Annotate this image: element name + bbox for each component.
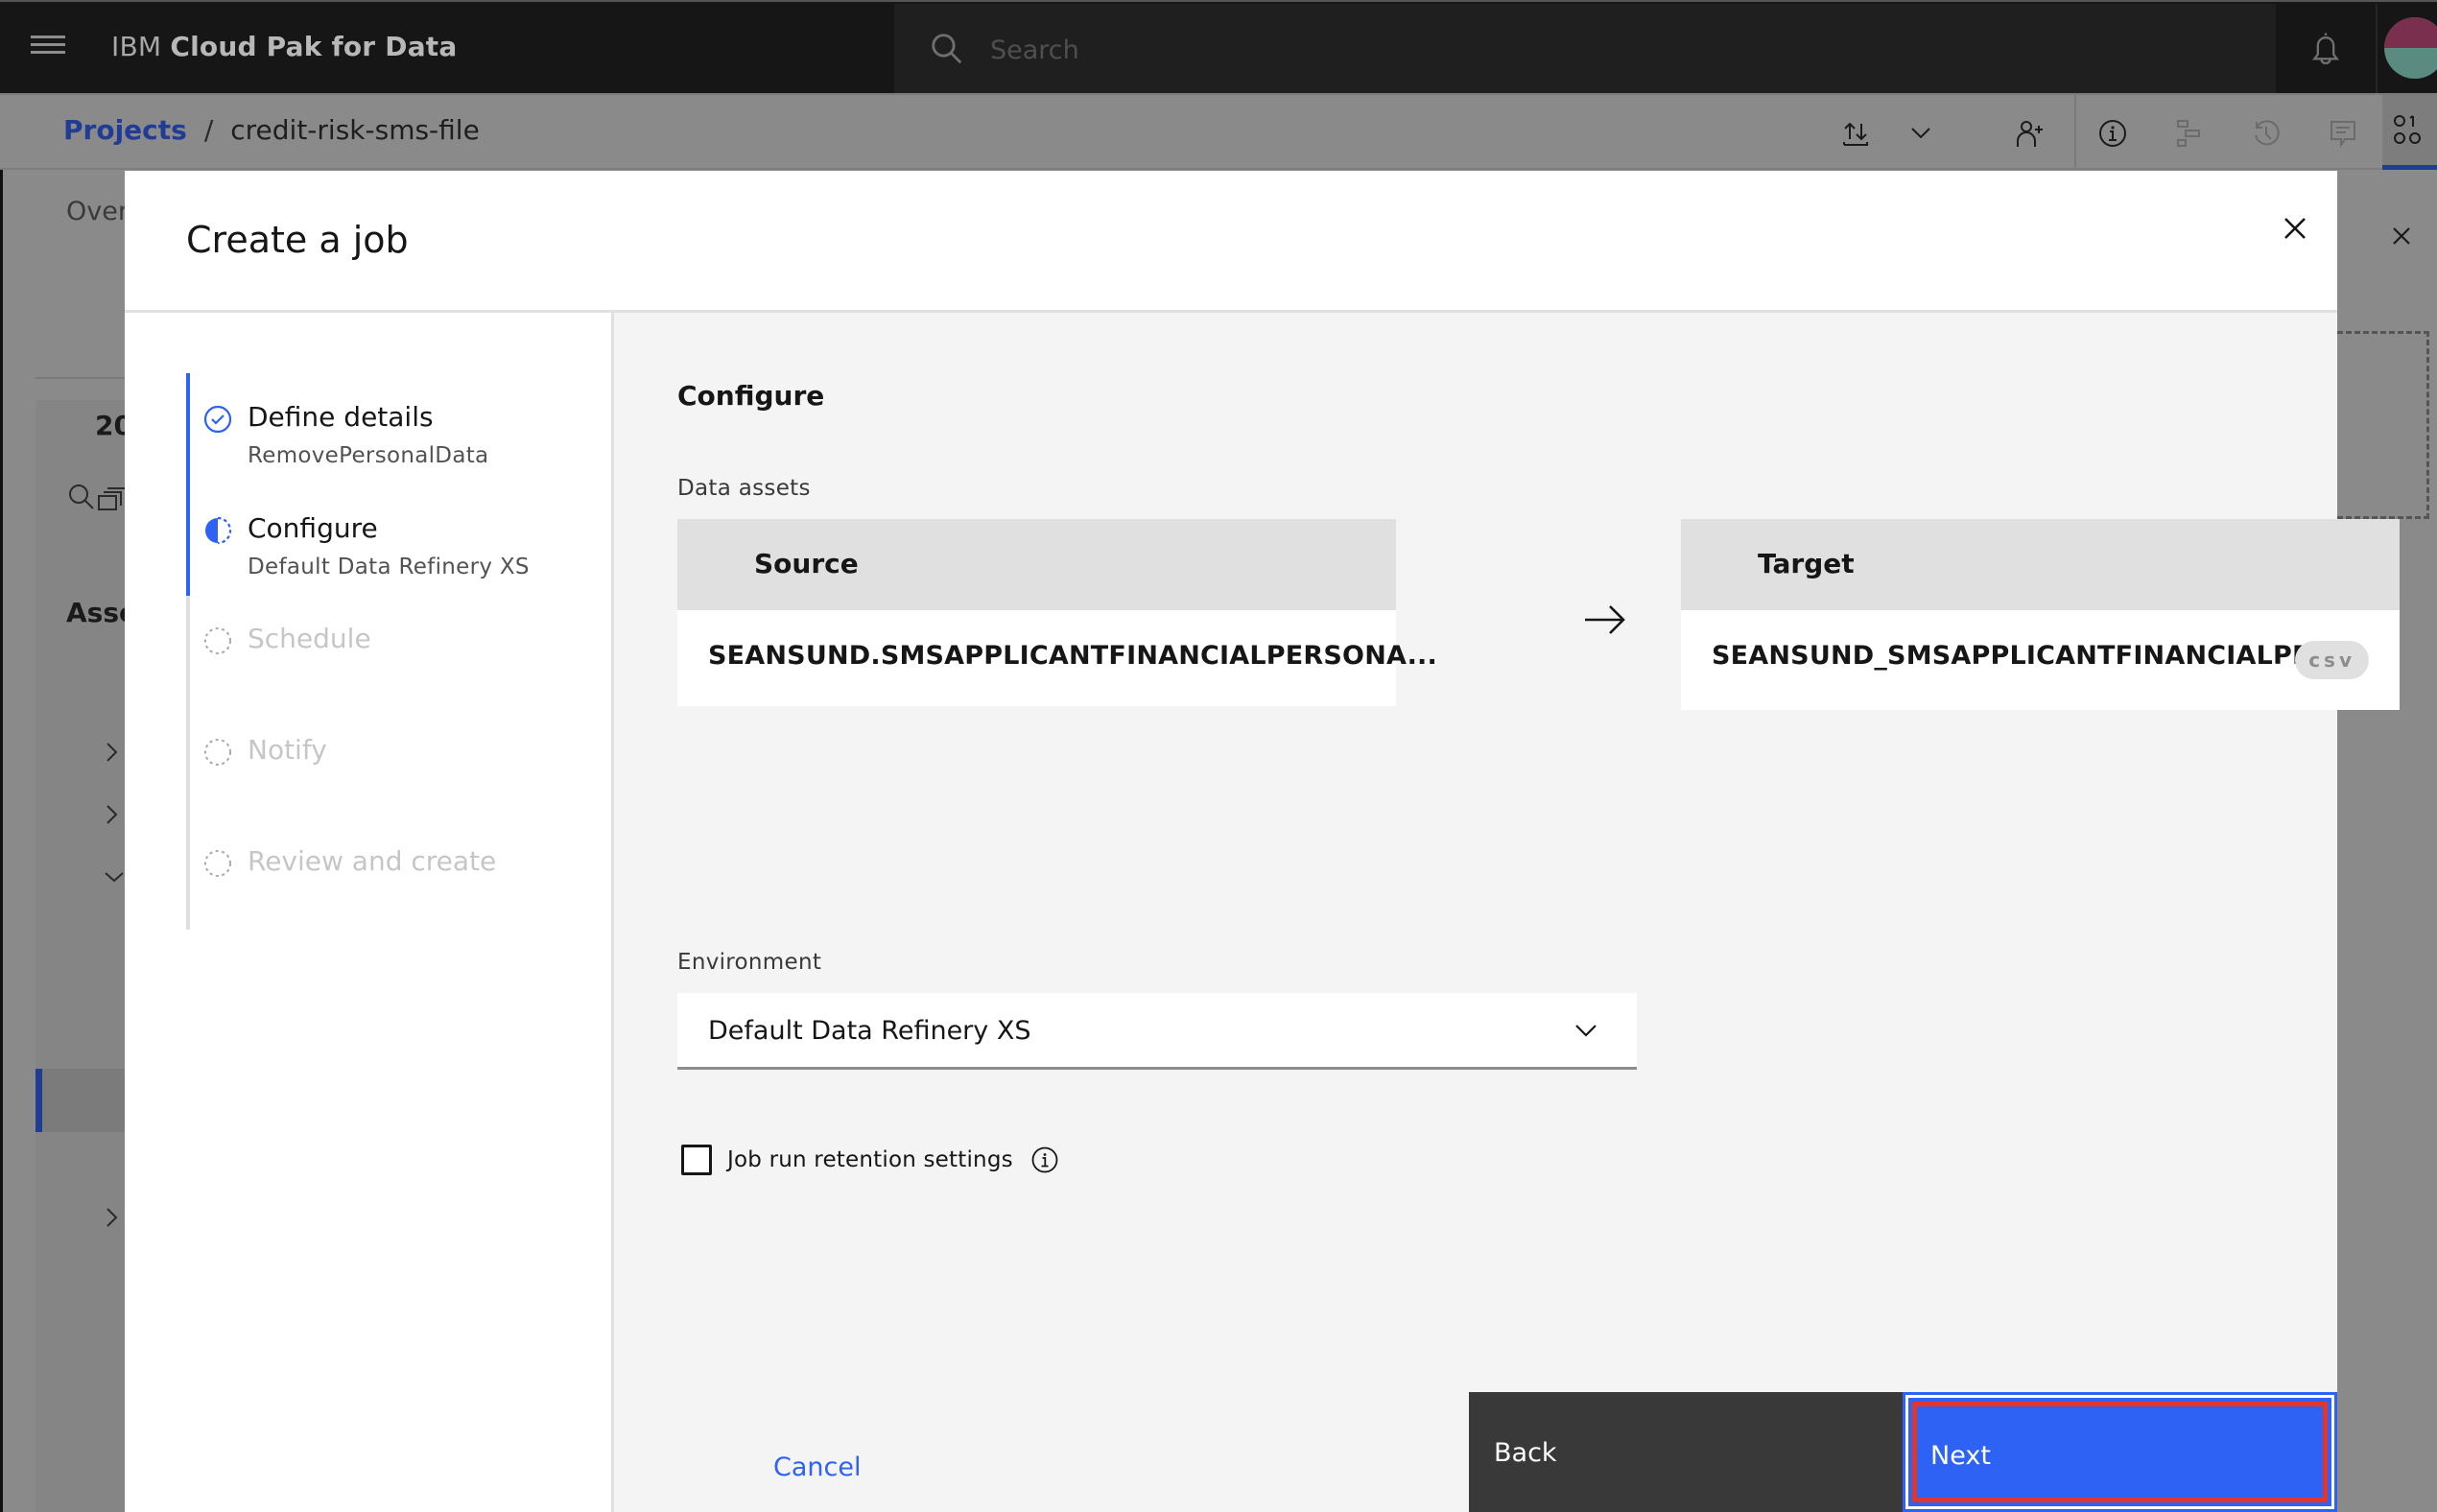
menu-line: [31, 35, 65, 38]
search-icon[interactable]: [66, 482, 97, 512]
section-heading: Configure: [677, 380, 825, 412]
lineage-button[interactable]: [2168, 112, 2211, 154]
information-icon[interactable]: [1030, 1146, 1059, 1174]
modal-header: Create a job: [125, 171, 2337, 313]
import-export-menu-button[interactable]: [1900, 112, 1942, 154]
chevron-right-icon[interactable]: [103, 1206, 122, 1229]
menu-line: [31, 43, 65, 46]
selected-asset-row[interactable]: [35, 1069, 128, 1132]
back-button[interactable]: Back: [1469, 1392, 1903, 1512]
dashed-circle-icon: [204, 739, 231, 766]
dashed-circle-icon: [204, 627, 231, 654]
chevron-down-icon: [1575, 1025, 1597, 1037]
target-asset-name: SEANSUND_SMSAPPLICANTFINANCIALPER...: [1712, 641, 2361, 671]
comments-icon: [2331, 121, 2355, 149]
step-label: Define details: [248, 401, 434, 433]
dashed-circle-icon: [204, 850, 231, 877]
history-button[interactable]: [2245, 112, 2287, 154]
progress-track-fill: [186, 373, 190, 596]
assets-panel: [35, 400, 128, 1512]
source-card-header: Source: [677, 519, 1396, 610]
back-button-label: Back: [1494, 1438, 1557, 1468]
step-label: Review and create: [248, 845, 497, 877]
modal-close-button[interactable]: [2266, 200, 2324, 257]
project-header: Projects / credit-risk-sms-file: [0, 93, 2437, 170]
next-button-label: Next: [1930, 1441, 1991, 1471]
breadcrumb: Projects / credit-risk-sms-file: [63, 114, 480, 146]
progress-indicator: Define details RemovePersonalData Config…: [125, 313, 614, 1512]
close-icon: [2284, 218, 2306, 239]
checkbox-label: Job run retention settings: [727, 1147, 1013, 1172]
code-snippets-icon: [2394, 115, 2421, 144]
step-label: Configure: [248, 512, 378, 544]
checkmark-circle-icon: [203, 405, 232, 434]
close-icon[interactable]: [2391, 225, 2412, 247]
bell-icon: [2312, 33, 2339, 64]
step-label: Notify: [248, 734, 327, 766]
upload-download-icon: [1843, 122, 1868, 146]
menu-line: [31, 51, 65, 54]
search-input[interactable]: [990, 23, 2141, 77]
chevron-down-icon: [1911, 128, 1930, 139]
product-name: IBM Cloud Pak for Data: [111, 31, 458, 62]
create-job-modal: Create a job Define details RemovePerson…: [125, 171, 2400, 1512]
cancel-button[interactable]: Cancel: [773, 1453, 861, 1482]
source-asset-card: Source SEANSUND.SMSAPPLICANTFINANCIALPER…: [677, 519, 1437, 706]
source-asset-name: SEANSUND.SMSAPPLICANTFINANCIALPERSONA...: [708, 641, 1437, 671]
hamburger-menu-button[interactable]: [29, 31, 67, 65]
information-icon: [2099, 120, 2126, 147]
drop-zone[interactable]: [2337, 331, 2429, 519]
data-assets-label: Data assets: [677, 476, 811, 501]
copy-icon[interactable]: [97, 486, 126, 515]
environment-selected-value: Default Data Refinery XS: [708, 1016, 1031, 1046]
breadcrumb-projects-link[interactable]: Projects: [63, 114, 187, 146]
add-collaborator-button[interactable]: [2009, 112, 2051, 154]
modal-title: Create a job: [186, 219, 409, 261]
arrow-right-icon: [1585, 605, 1625, 634]
environment-label: Environment: [677, 950, 822, 975]
import-export-button[interactable]: [1834, 112, 1877, 154]
source-card-body: SEANSUND.SMSAPPLICANTFINANCIALPERSONA...: [677, 610, 1437, 706]
project-sidebar-background: Overv 20 Asse: [0, 170, 144, 1512]
history-icon: [2255, 120, 2280, 146]
top-navigation-bar: IBM Cloud Pak for Data: [0, 0, 2437, 95]
avatar-top: [2384, 17, 2437, 48]
job-run-retention-checkbox[interactable]: [681, 1145, 712, 1175]
global-search[interactable]: [894, 4, 2276, 95]
target-card-body: SEANSUND_SMSAPPLICANTFINANCIALPER... csv: [1681, 610, 2400, 710]
chevron-right-icon[interactable]: [103, 741, 122, 764]
comments-button[interactable]: [2322, 112, 2364, 154]
user-avatar[interactable]: [2384, 17, 2437, 79]
configure-panel: Configure Data assets Source SEANSUND.SM…: [614, 313, 2400, 1512]
notifications-button[interactable]: [2276, 4, 2378, 95]
job-run-retention-checkbox-row[interactable]: Job run retention settings: [681, 1145, 1059, 1175]
chevron-down-icon[interactable]: [103, 865, 126, 888]
target-asset-card: Target SEANSUND_SMSAPPLICANTFINANCIALPER…: [1681, 519, 2400, 710]
side-panel-background: [2337, 170, 2437, 1512]
source-header-label: Source: [754, 548, 859, 579]
half-circle-current-icon: [205, 516, 232, 545]
environment-dropdown[interactable]: Default Data Refinery XS: [677, 993, 1637, 1070]
breadcrumb-current-project: credit-risk-sms-file: [230, 114, 480, 146]
search-icon: [932, 34, 962, 64]
step-label: Schedule: [248, 623, 371, 654]
target-card-header: Target: [1681, 519, 2400, 610]
lineage-icon: [2177, 120, 2200, 147]
tab-underline: [35, 377, 128, 379]
information-button[interactable]: [2092, 112, 2134, 154]
breadcrumb-separator: /: [203, 114, 214, 146]
add-collaborator-icon: [2017, 121, 2043, 147]
file-type-tag: csv: [2295, 641, 2369, 679]
step-sublabel: Default Data Refinery XS: [248, 555, 530, 579]
toolbar-divider: [2074, 95, 2076, 170]
target-header-label: Target: [1758, 548, 1855, 579]
next-button[interactable]: Next: [1903, 1392, 2337, 1512]
code-snippets-button[interactable]: [2382, 95, 2437, 170]
chevron-right-icon[interactable]: [103, 803, 122, 826]
step-sublabel: RemovePersonalData: [248, 443, 489, 468]
